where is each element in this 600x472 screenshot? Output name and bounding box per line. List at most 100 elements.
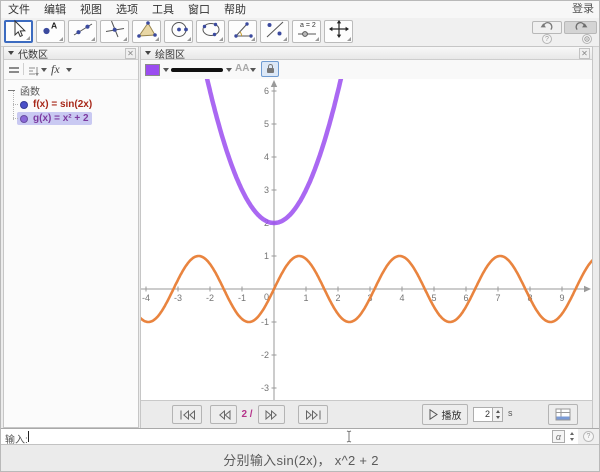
line-style-preview[interactable] — [171, 68, 223, 72]
sign-in-link[interactable]: 登录 — [572, 2, 594, 17]
text-size-button[interactable]: AA — [235, 63, 249, 74]
object-definition-label: g(x) = x² + 2 — [33, 113, 89, 124]
svg-text:6: 6 — [264, 86, 269, 96]
algebra-panel-title: 代数区 — [18, 46, 48, 61]
speed-stepper[interactable] — [493, 407, 503, 422]
algebra-item-g[interactable]: g(x) = x² + 2 — [17, 112, 92, 125]
symbol-stepper[interactable] — [568, 430, 575, 443]
tool-perpendicular-button[interactable] — [100, 20, 129, 43]
input-bar[interactable]: 输入: α ? — [1, 428, 600, 445]
object-definition-label: f(x) = sin(2x) — [33, 99, 92, 110]
fx-filter-icon[interactable]: fx — [51, 62, 60, 77]
tool-slider-button[interactable]: a = 2 — [292, 20, 321, 43]
tool-circle-button[interactable] — [164, 20, 193, 43]
svg-text:-2: -2 — [206, 293, 214, 303]
svg-text:-3: -3 — [174, 293, 182, 303]
tool-conic-button[interactable] — [196, 20, 225, 43]
graphics-panel-title: 绘图区 — [155, 46, 185, 61]
tool-dropdown-icon[interactable] — [283, 37, 287, 41]
tool-dropdown-icon[interactable] — [26, 36, 30, 40]
graph-canvas[interactable]: -4-3-2-1123456789654321-1-2-30 — [141, 79, 592, 400]
svg-text:4: 4 — [264, 152, 269, 162]
lock-view-button[interactable] — [261, 61, 279, 77]
tool-dropdown-icon[interactable] — [155, 37, 159, 41]
chevron-down-icon[interactable] — [41, 68, 47, 72]
auxiliary-objects-icon[interactable] — [9, 65, 19, 75]
svg-text:7: 7 — [495, 293, 500, 303]
construction-protocol-button[interactable] — [548, 404, 578, 425]
tool-dropdown-icon[interactable] — [91, 37, 95, 41]
object-visibility-dot[interactable] — [20, 115, 28, 123]
input-help-icon[interactable]: ? — [583, 431, 594, 442]
menu-item-edit[interactable]: 编辑 — [37, 2, 73, 18]
toolbar: Aa = 2 ? — [1, 18, 600, 47]
graphics-panel-header[interactable]: 绘图区 ✕ — [141, 47, 592, 60]
tool-polygon-button[interactable] — [132, 20, 161, 43]
play-button-label: 播放 — [442, 407, 462, 422]
play-button[interactable]: 播放 — [422, 404, 468, 425]
svg-text:A: A — [51, 21, 57, 31]
chevron-down-icon[interactable] — [226, 68, 232, 72]
speed-input[interactable]: 2 — [473, 407, 493, 422]
svg-text:a = 2: a = 2 — [300, 22, 316, 29]
undo-button[interactable] — [532, 21, 562, 34]
protocol-table-icon — [555, 408, 571, 421]
cursor-arrow-icon — [7, 19, 31, 44]
menu-item-tools[interactable]: 工具 — [145, 2, 181, 18]
tool-dropdown-icon[interactable] — [315, 37, 319, 41]
algebra-view-panel: 代数区 ✕ fx 函数 f(x) = sin(2x) g(x) = x² + 2 — [3, 46, 139, 428]
panel-menu-triangle-icon[interactable] — [8, 51, 14, 55]
chevron-down-icon[interactable] — [250, 68, 256, 72]
object-visibility-dot[interactable] — [20, 101, 28, 109]
tool-dropdown-icon[interactable] — [123, 37, 127, 41]
menu-item-view[interactable]: 视图 — [73, 2, 109, 18]
nav-last-button[interactable] — [298, 405, 328, 424]
skip-to-last-icon — [305, 410, 322, 420]
tool-point-button[interactable]: A — [36, 20, 65, 43]
nav-first-button[interactable] — [172, 405, 202, 424]
tree-root-label: 函数 — [20, 83, 40, 98]
tool-dropdown-icon[interactable] — [59, 37, 63, 41]
menu-item-help[interactable]: 帮助 — [217, 2, 253, 18]
svg-text:-2: -2 — [261, 350, 269, 360]
lock-icon — [267, 68, 274, 73]
svg-text:5: 5 — [264, 119, 269, 129]
chevron-down-icon[interactable] — [163, 68, 169, 72]
algebra-panel-header[interactable]: 代数区 ✕ — [4, 47, 138, 60]
svg-text:-4: -4 — [142, 293, 150, 303]
tool-move-view-button[interactable] — [324, 20, 353, 43]
settings-gear-icon[interactable] — [582, 34, 592, 44]
color-swatch[interactable] — [145, 64, 160, 76]
text-caret — [28, 431, 29, 442]
redo-button[interactable] — [564, 21, 597, 34]
svg-text:3: 3 — [264, 185, 269, 195]
input-label: 输入: — [5, 431, 28, 446]
menu-item-options[interactable]: 选项 — [109, 2, 145, 18]
tool-dropdown-icon[interactable] — [187, 37, 191, 41]
menu-items: 文件编辑视图选项工具窗口帮助 — [1, 2, 253, 18]
tool-line-button[interactable] — [68, 20, 97, 43]
tool-dropdown-icon[interactable] — [219, 37, 223, 41]
chevron-down-icon[interactable] — [66, 68, 72, 72]
svg-text:-3: -3 — [261, 383, 269, 393]
tool-dropdown-icon[interactable] — [251, 37, 255, 41]
algebra-item-f[interactable]: f(x) = sin(2x) — [17, 98, 95, 111]
close-icon[interactable]: ✕ — [125, 48, 136, 59]
tool-dropdown-icon[interactable] — [347, 37, 351, 41]
geogebra-window: 文件编辑视图选项工具窗口帮助 登录 Aa = 2 ? 代数区 ✕ — [0, 0, 600, 472]
panel-menu-triangle-icon[interactable] — [145, 51, 151, 55]
close-icon[interactable]: ✕ — [579, 48, 590, 59]
tool-move-button[interactable] — [4, 20, 33, 43]
svg-text:-1: -1 — [261, 317, 269, 327]
help-icon[interactable]: ? — [542, 34, 552, 44]
svg-text:1: 1 — [264, 251, 269, 261]
tool-transform-button[interactable] — [260, 20, 289, 43]
nav-next-button[interactable] — [258, 405, 285, 424]
sort-objects-icon[interactable] — [28, 64, 39, 82]
nav-prev-button[interactable] — [210, 405, 237, 424]
menu-item-window[interactable]: 窗口 — [181, 2, 217, 18]
menu-item-file[interactable]: 文件 — [1, 2, 37, 18]
tool-angle-button[interactable] — [228, 20, 257, 43]
symbol-palette-button[interactable]: α — [552, 430, 565, 443]
graphics-view-panel: 绘图区 ✕ AA -4-3-2-1123456789654321-1-2-30 … — [140, 46, 593, 428]
